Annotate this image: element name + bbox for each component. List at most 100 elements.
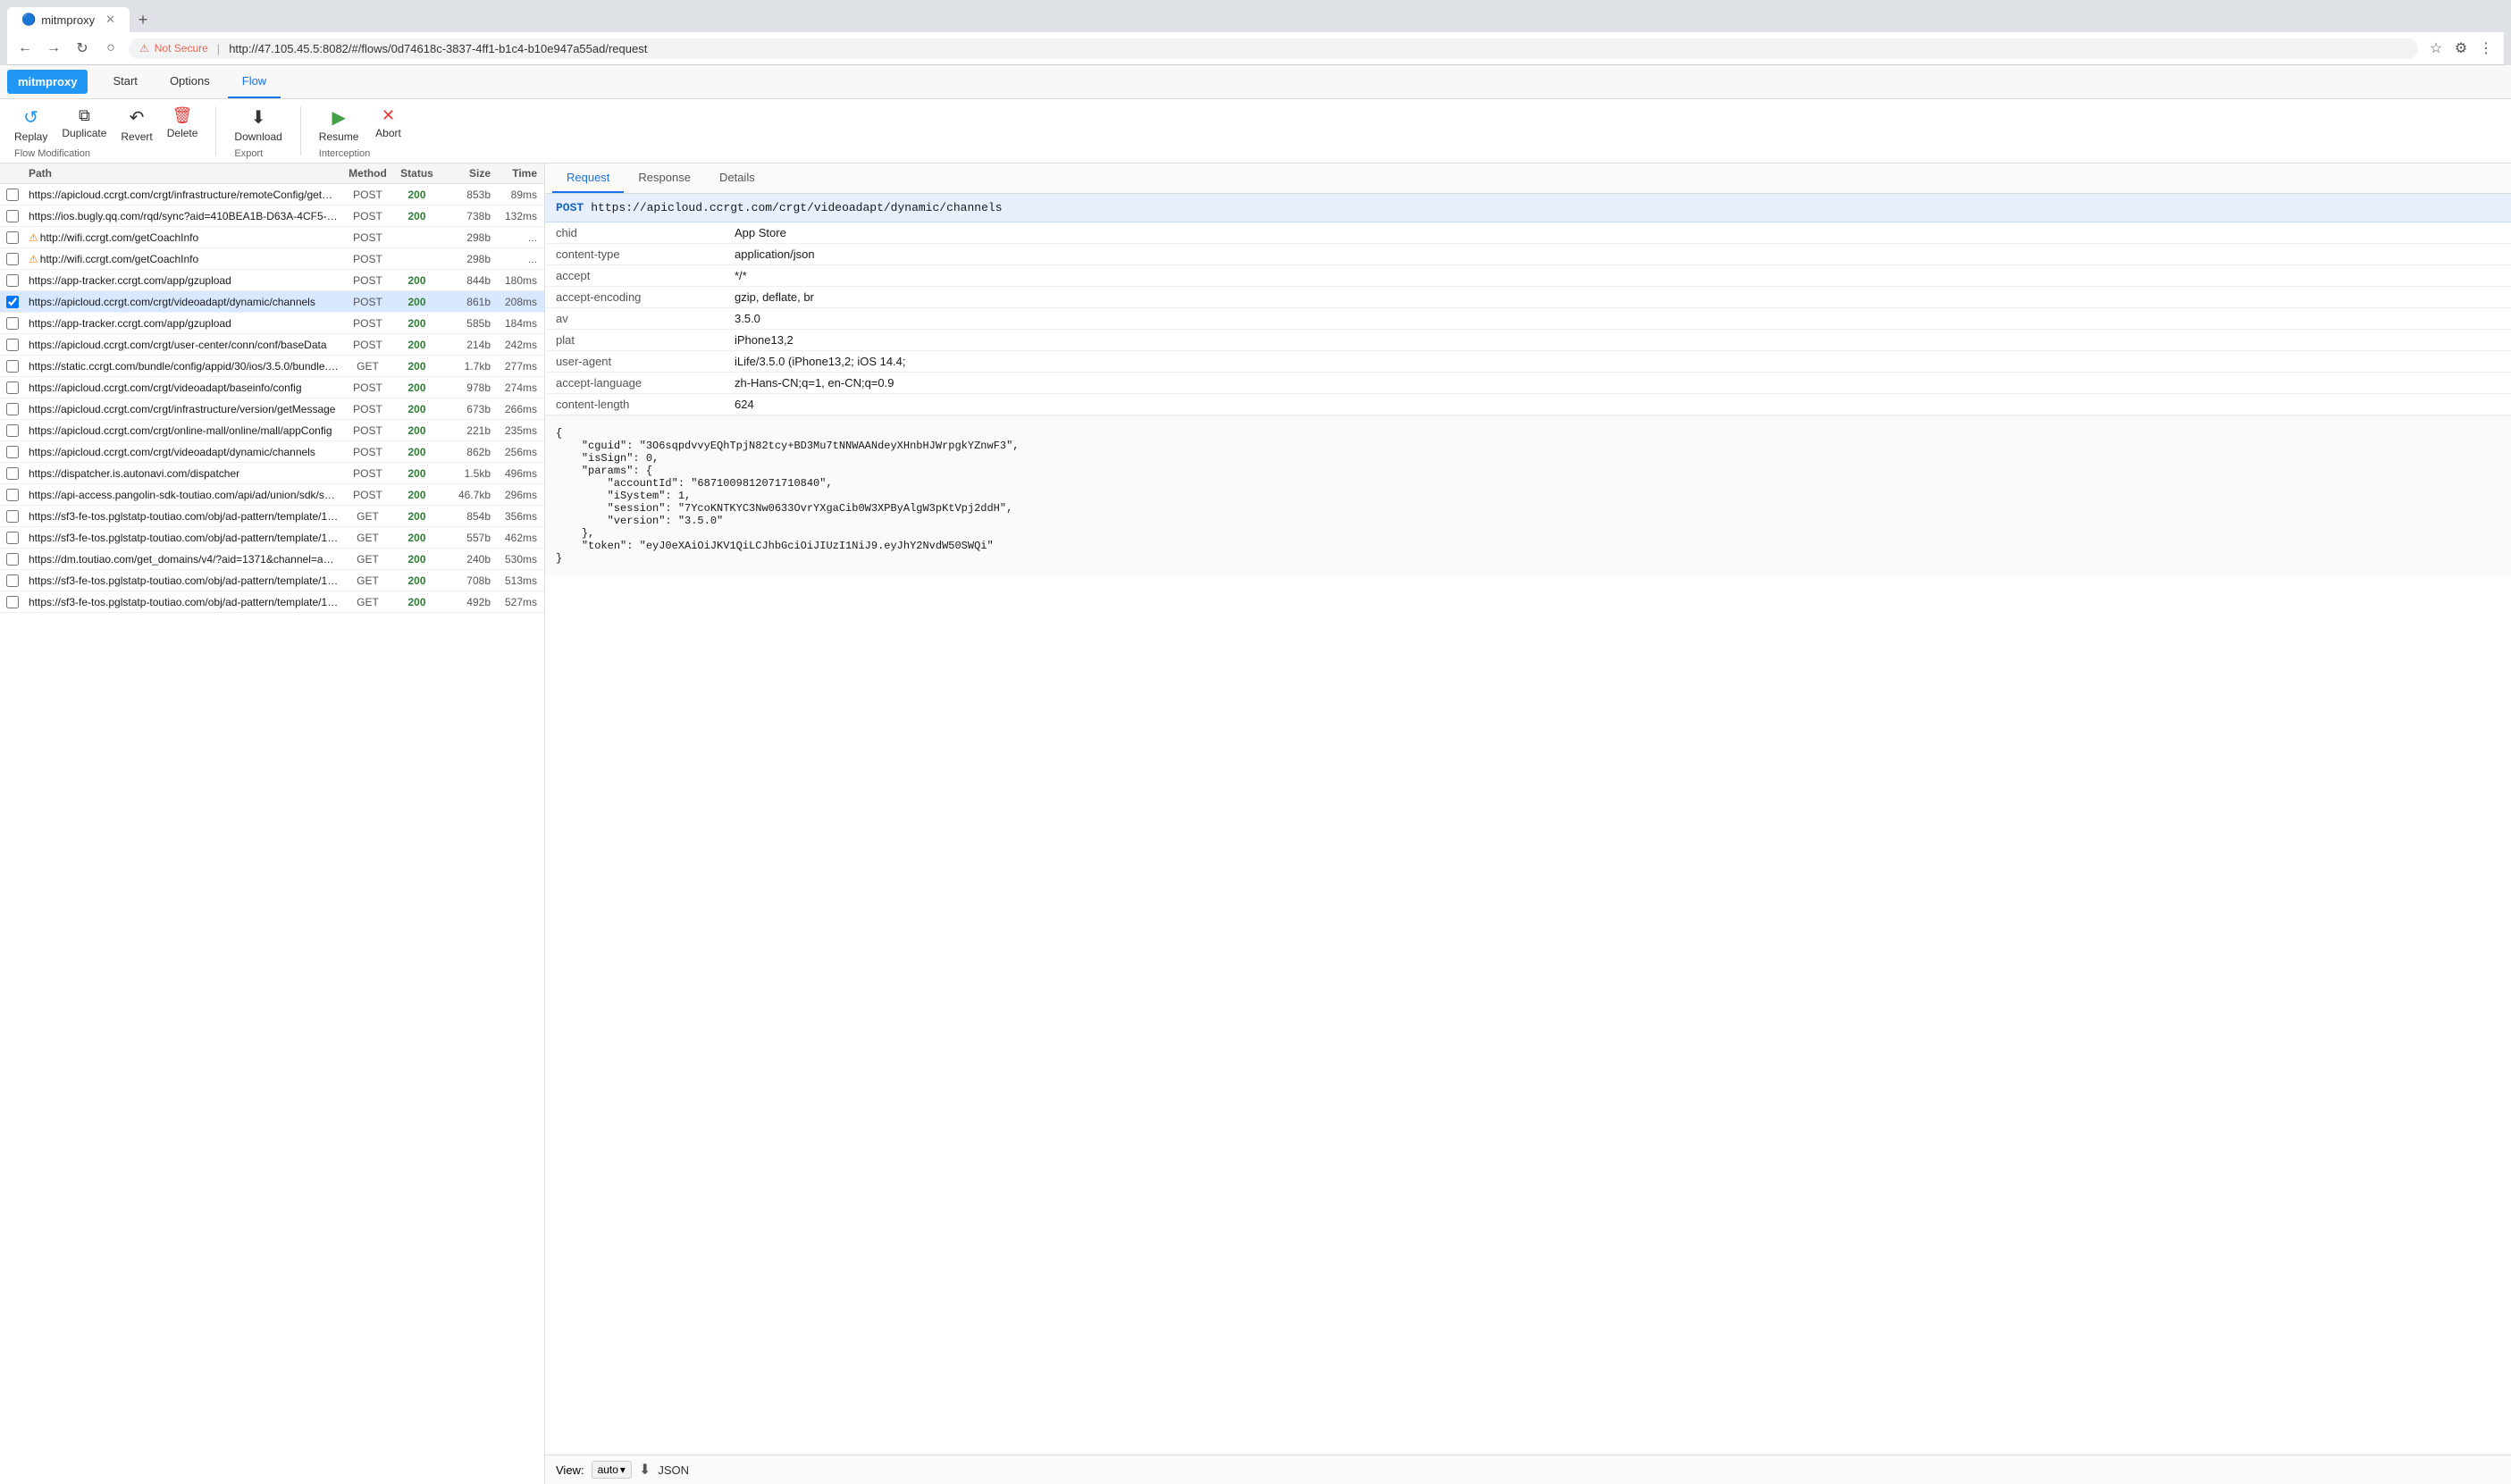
body-download-button[interactable]: ⬇: [639, 1461, 651, 1479]
back-button[interactable]: ←: [14, 38, 36, 59]
extensions-button[interactable]: ⚙: [2450, 38, 2472, 59]
home-button[interactable]: ○: [100, 38, 122, 59]
row-check[interactable]: [0, 274, 25, 287]
row-check[interactable]: [0, 596, 25, 608]
row-check[interactable]: [0, 381, 25, 394]
row-status: 200: [392, 339, 441, 351]
detail-tab-response[interactable]: Response: [624, 163, 705, 193]
row-checkbox[interactable]: [6, 317, 19, 330]
row-path: https://apicloud.ccrgt.com/crgt/videoada…: [25, 293, 343, 311]
new-tab-button[interactable]: +: [130, 7, 156, 32]
row-check[interactable]: [0, 296, 25, 308]
row-size: 240b: [441, 553, 491, 566]
tab-start[interactable]: Start: [98, 65, 151, 98]
row-check[interactable]: [0, 210, 25, 222]
row-checkbox[interactable]: [6, 296, 19, 308]
header-name: av: [545, 308, 724, 330]
row-checkbox[interactable]: [6, 424, 19, 437]
row-checkbox[interactable]: [6, 467, 19, 480]
row-status: 200: [392, 489, 441, 501]
row-status: 200: [392, 296, 441, 308]
row-checkbox[interactable]: [6, 446, 19, 458]
table-row[interactable]: https://apicloud.ccrgt.com/crgt/infrastr…: [0, 184, 544, 205]
row-check[interactable]: [0, 253, 25, 265]
tab-flow[interactable]: Flow: [228, 65, 281, 98]
table-row[interactable]: https://app-tracker.ccrgt.com/app/gzuplo…: [0, 313, 544, 334]
row-check[interactable]: [0, 553, 25, 566]
table-row[interactable]: https://apicloud.ccrgt.com/crgt/online-m…: [0, 420, 544, 441]
table-row[interactable]: https://static.ccrgt.com/bundle/config/a…: [0, 356, 544, 377]
table-row[interactable]: https://api-access.pangolin-sdk-toutiao.…: [0, 484, 544, 506]
delete-button[interactable]: 🗑 Delete: [160, 103, 206, 147]
row-checkbox[interactable]: [6, 360, 19, 373]
table-row[interactable]: https://dm.toutiao.com/get_domains/v4/?a…: [0, 549, 544, 570]
table-row[interactable]: https://sf3-fe-tos.pglstatp-toutiao.com/…: [0, 527, 544, 549]
row-check[interactable]: [0, 424, 25, 437]
status-badge: 200: [407, 210, 425, 222]
row-check[interactable]: [0, 360, 25, 373]
row-checkbox[interactable]: [6, 596, 19, 608]
table-row[interactable]: https://apicloud.ccrgt.com/crgt/videoada…: [0, 291, 544, 313]
table-row[interactable]: https://app-tracker.ccrgt.com/app/gzuplo…: [0, 270, 544, 291]
table-row[interactable]: https://sf3-fe-tos.pglstatp-toutiao.com/…: [0, 506, 544, 527]
row-check[interactable]: [0, 510, 25, 523]
row-checkbox[interactable]: [6, 510, 19, 523]
menu-button[interactable]: ⋮: [2475, 38, 2497, 59]
app-brand[interactable]: mitmproxy: [7, 70, 88, 94]
view-select-button[interactable]: auto ▾: [592, 1461, 632, 1479]
table-row[interactable]: https://ios.bugly.qq.com/rqd/sync?aid=41…: [0, 205, 544, 227]
row-path: https://sf3-fe-tos.pglstatp-toutiao.com/…: [25, 529, 343, 547]
row-check[interactable]: [0, 489, 25, 501]
row-check[interactable]: [0, 446, 25, 458]
revert-button[interactable]: ↶ Revert: [113, 103, 159, 147]
detail-tab-details[interactable]: Details: [705, 163, 769, 193]
table-row[interactable]: ⚠http://wifi.ccrgt.com/getCoachInfo POST…: [0, 248, 544, 270]
flow-list: Path Method Status Size Time https://api…: [0, 163, 545, 1484]
warn-icon: ⚠: [29, 253, 38, 265]
row-check[interactable]: [0, 403, 25, 415]
row-status: 200: [392, 446, 441, 458]
row-checkbox[interactable]: [6, 381, 19, 394]
download-button[interactable]: ⬇ Download: [227, 103, 289, 147]
row-checkbox[interactable]: [6, 339, 19, 351]
address-bar[interactable]: ⚠ Not Secure | http://47.105.45.5:8082/#…: [129, 38, 2418, 59]
resume-button[interactable]: ▶ Resume: [312, 103, 366, 147]
row-checkbox[interactable]: [6, 574, 19, 587]
row-check[interactable]: [0, 467, 25, 480]
abort-button[interactable]: ✕ Abort: [365, 103, 410, 147]
bookmark-button[interactable]: ☆: [2425, 38, 2447, 59]
detail-tab-request[interactable]: Request: [552, 163, 624, 193]
duplicate-button[interactable]: ⧉ Duplicate: [55, 103, 113, 147]
table-row[interactable]: https://sf3-fe-tos.pglstatp-toutiao.com/…: [0, 591, 544, 613]
row-check[interactable]: [0, 231, 25, 244]
row-checkbox[interactable]: [6, 189, 19, 201]
row-check[interactable]: [0, 574, 25, 587]
tab-options[interactable]: Options: [155, 65, 224, 98]
row-check[interactable]: [0, 317, 25, 330]
row-check[interactable]: [0, 189, 25, 201]
replay-button[interactable]: ↺ Replay: [7, 103, 55, 147]
row-checkbox[interactable]: [6, 403, 19, 415]
row-check[interactable]: [0, 339, 25, 351]
row-check[interactable]: [0, 532, 25, 544]
reload-button[interactable]: ↻: [71, 38, 93, 59]
abort-label: Abort: [375, 127, 401, 139]
table-row[interactable]: https://apicloud.ccrgt.com/crgt/videoada…: [0, 441, 544, 463]
browser-tab[interactable]: 🔵 mitmproxy ✕: [7, 7, 130, 32]
table-row[interactable]: https://apicloud.ccrgt.com/crgt/user-cen…: [0, 334, 544, 356]
table-row[interactable]: ⚠http://wifi.ccrgt.com/getCoachInfo POST…: [0, 227, 544, 248]
row-checkbox[interactable]: [6, 231, 19, 244]
tab-close-icon[interactable]: ✕: [105, 13, 115, 27]
table-row[interactable]: https://apicloud.ccrgt.com/crgt/videoada…: [0, 377, 544, 398]
browser-nav: ← → ↻ ○ ⚠ Not Secure | http://47.105.45.…: [7, 32, 2504, 65]
row-checkbox[interactable]: [6, 489, 19, 501]
forward-button[interactable]: →: [43, 38, 64, 59]
row-checkbox[interactable]: [6, 210, 19, 222]
table-row[interactable]: https://dispatcher.is.autonavi.com/dispa…: [0, 463, 544, 484]
row-checkbox[interactable]: [6, 532, 19, 544]
row-checkbox[interactable]: [6, 253, 19, 265]
row-checkbox[interactable]: [6, 553, 19, 566]
table-row[interactable]: https://sf3-fe-tos.pglstatp-toutiao.com/…: [0, 570, 544, 591]
row-checkbox[interactable]: [6, 274, 19, 287]
table-row[interactable]: https://apicloud.ccrgt.com/crgt/infrastr…: [0, 398, 544, 420]
